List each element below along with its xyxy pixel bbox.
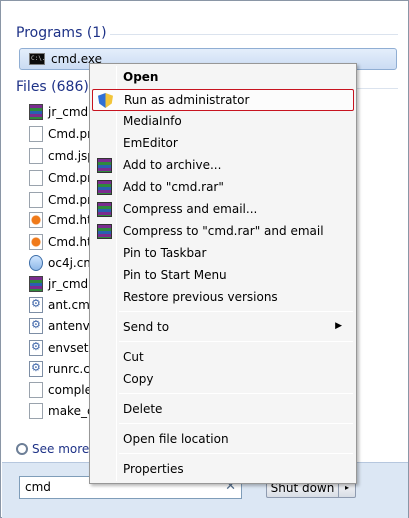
file-item-label: make_c: [48, 404, 94, 418]
gear-script-icon: [29, 318, 43, 334]
file-item-label: Cmd.pr: [48, 193, 93, 207]
file-item-label: jr_cmd.: [48, 277, 92, 291]
menu-item-label: Send to: [123, 320, 170, 334]
menu-item-label: Add to "cmd.rar": [123, 180, 224, 194]
menu-item-compress-to-cmd-rar-and-email[interactable]: Compress to "cmd.rar" and email: [92, 221, 354, 243]
file-item-label: oc4j.cm: [48, 256, 96, 270]
menu-item-delete[interactable]: Delete: [92, 399, 354, 421]
menu-item-label: Compress and email...: [123, 202, 258, 216]
menu-item-restore-previous-versions[interactable]: Restore previous versions: [92, 287, 354, 309]
menu-item-emeditor[interactable]: EmEditor: [92, 133, 354, 155]
file-item-label: Cmd.ht: [48, 235, 92, 249]
menu-item-cut[interactable]: Cut: [92, 347, 354, 369]
menu-item-label: Cut: [123, 350, 144, 364]
gear-script-icon: [29, 297, 43, 313]
file-item-label: Cmd.pr: [48, 127, 93, 141]
menu-separator: [119, 453, 353, 454]
menu-item-properties[interactable]: Properties: [92, 459, 354, 481]
menu-item-label: Copy: [123, 372, 154, 386]
uac-shield-icon: [98, 93, 113, 108]
gear-script-icon: [29, 361, 43, 377]
firefox-html-icon: [29, 212, 43, 228]
menu-item-label: MediaInfo: [123, 114, 182, 128]
winrar-icon: [97, 158, 112, 173]
menu-item-label: Delete: [123, 402, 163, 416]
menu-item-compress-and-email[interactable]: Compress and email...: [92, 199, 354, 221]
menu-item-send-to[interactable]: Send to ▶: [92, 317, 354, 339]
menu-separator: [119, 393, 353, 394]
menu-item-mediainfo[interactable]: MediaInfo: [92, 111, 354, 133]
winrar-icon: [97, 224, 112, 239]
menu-item-label: Compress to "cmd.rar" and email: [123, 224, 324, 238]
submenu-arrow-icon: ▶: [335, 321, 342, 331]
menu-item-run-as-administrator[interactable]: Run as administrator: [92, 89, 354, 111]
document-icon: [29, 148, 43, 164]
search-input-value: cmd: [25, 480, 51, 494]
context-menu: Open Run as administrator MediaInfo EmEd…: [89, 63, 357, 484]
menu-item-label: Restore previous versions: [123, 290, 278, 304]
menu-item-copy[interactable]: Copy: [92, 369, 354, 391]
file-item-label: Cmd.pr: [48, 171, 93, 185]
winrar-icon: [97, 180, 112, 195]
menu-item-label: Run as administrator: [124, 93, 250, 107]
document-icon: [29, 126, 43, 142]
menu-item-add-to-cmd-rar[interactable]: Add to "cmd.rar": [92, 177, 354, 199]
menu-item-open-file-location[interactable]: Open file location: [92, 429, 354, 451]
menu-item-label: EmEditor: [123, 136, 178, 150]
programs-heading[interactable]: Programs (1): [16, 25, 107, 41]
menu-item-pin-to-start-menu[interactable]: Pin to Start Menu: [92, 265, 354, 287]
menu-item-open[interactable]: Open: [92, 67, 354, 89]
menu-item-label: Pin to Taskbar: [123, 246, 207, 260]
search-magnifier-icon: [16, 443, 28, 455]
menu-item-label: Open: [123, 70, 159, 84]
file-item-label: Cmd.ht: [48, 213, 92, 227]
file-item-label: envset.: [48, 341, 93, 355]
menu-item-label: Pin to Start Menu: [123, 268, 227, 282]
file-item-label: jr_cmd.: [48, 105, 92, 119]
file-item-label: runrc.cr: [48, 362, 95, 376]
winrar-icon: [97, 202, 112, 217]
menu-separator: [119, 311, 353, 312]
java-icon: [29, 255, 43, 271]
menu-separator: [119, 423, 353, 424]
programs-divider: [110, 34, 398, 35]
document-icon: [29, 403, 43, 419]
gear-script-icon: [29, 340, 43, 356]
firefox-html-icon: [29, 234, 43, 250]
file-item-label: antenv.: [48, 319, 93, 333]
winrar-archive-icon: [29, 104, 43, 120]
menu-item-label: Open file location: [123, 432, 229, 446]
files-heading[interactable]: Files (686): [16, 79, 89, 95]
cmd-console-icon: C:\.: [29, 53, 45, 65]
menu-separator: [119, 341, 353, 342]
menu-item-label: Add to archive...: [123, 158, 222, 172]
menu-item-label: Properties: [123, 462, 184, 476]
document-icon: [29, 192, 43, 208]
menu-item-add-to-archive[interactable]: Add to archive...: [92, 155, 354, 177]
document-icon: [29, 382, 43, 398]
menu-item-pin-to-taskbar[interactable]: Pin to Taskbar: [92, 243, 354, 265]
document-icon: [29, 170, 43, 186]
winrar-archive-icon: [29, 276, 43, 292]
see-more-results-link[interactable]: See more r: [16, 442, 98, 456]
file-item-label: cmd.jsp: [48, 149, 95, 163]
